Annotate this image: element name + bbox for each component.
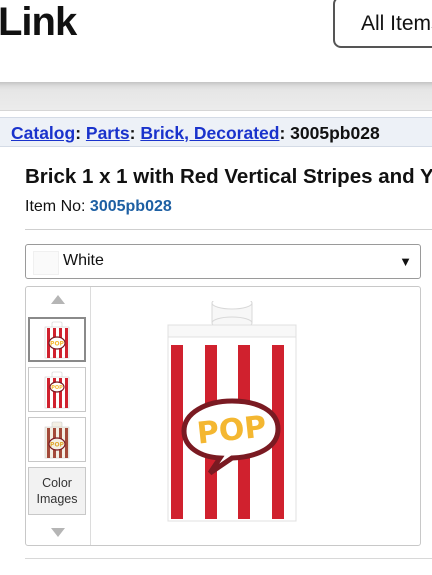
header-divider-line (0, 110, 432, 111)
all-items-dropdown[interactable]: All Items (333, 0, 432, 48)
svg-text:POP: POP (50, 340, 64, 347)
scroll-down-arrow-icon[interactable] (51, 528, 65, 537)
header-divider-band (0, 82, 432, 110)
breadcrumb-brick-decorated-link[interactable]: Brick, Decorated (140, 123, 279, 143)
svg-text:POP: POP (50, 441, 64, 448)
image-gallery: POP POP POP Color Images POP (25, 286, 421, 546)
brick-thumbnail-icon: POP (44, 421, 70, 458)
main-image-pop-text: POP (195, 409, 268, 451)
item-number-value: 3005pb028 (89, 198, 172, 215)
scroll-up-arrow-icon[interactable] (51, 295, 65, 304)
main-product-image[interactable]: POP (166, 301, 298, 523)
breadcrumb-separator: : (75, 123, 82, 143)
breadcrumb: Catalog: Parts: Brick, Decorated: 3005pb… (0, 117, 432, 147)
thumbnail-3[interactable]: POP (28, 417, 86, 462)
item-title: Brick 1 x 1 with Red Vertical Stripes an… (25, 165, 432, 188)
breadcrumb-current-item: 3005pb028 (290, 123, 380, 143)
site-logo[interactable]: Link (0, 0, 77, 46)
breadcrumb-parts-link[interactable]: Parts (86, 123, 130, 143)
brick-thumbnail-icon: POP (44, 371, 70, 408)
breadcrumb-separator: : (129, 123, 136, 143)
thumbnail-1[interactable]: POP (28, 317, 86, 362)
color-images-label: Color Images (36, 476, 78, 506)
site-header: Link All Items (0, 0, 432, 84)
gallery-divider (25, 558, 432, 559)
item-number-label: Item No: (25, 198, 86, 215)
all-items-label: All Items (361, 12, 432, 35)
thumbnail-column: POP POP POP Color Images (26, 287, 91, 545)
brick-thumbnail-icon: POP (44, 321, 70, 358)
thumbnail-2[interactable]: POP (28, 367, 86, 412)
item-number-row: Item No: 3005pb028 (25, 198, 172, 216)
breadcrumb-catalog-link[interactable]: Catalog (11, 123, 75, 143)
triangle-down-icon: ▼ (399, 254, 412, 269)
title-divider (25, 229, 432, 230)
svg-text:POP: POP (51, 385, 63, 391)
color-select-value: White (63, 252, 104, 269)
color-images-button[interactable]: Color Images (28, 467, 86, 515)
breadcrumb-separator: : (279, 123, 286, 143)
color-select[interactable]: White ▼ (25, 244, 421, 279)
color-swatch (33, 251, 59, 275)
logo-text: Link (0, 0, 77, 44)
